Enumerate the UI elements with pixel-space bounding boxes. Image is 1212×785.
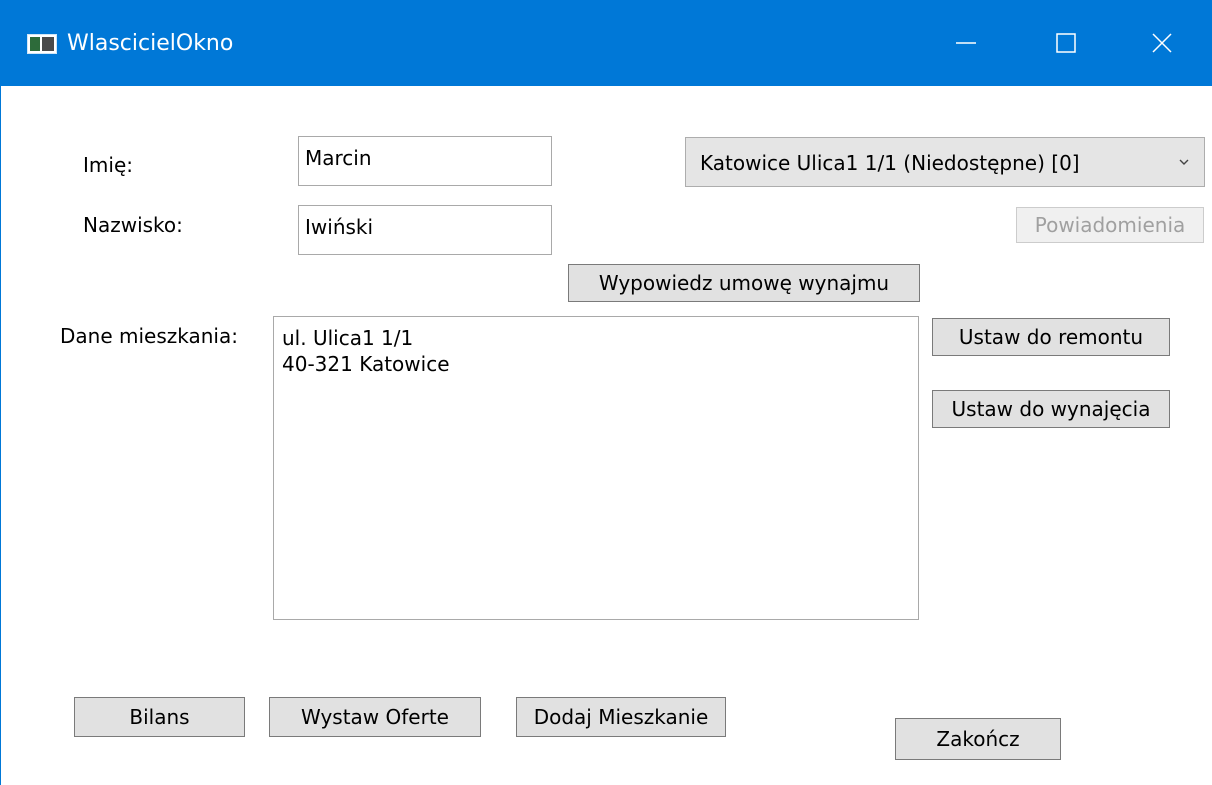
first-name-field[interactable]: Marcin	[298, 136, 552, 186]
set-for-rent-button[interactable]: Ustaw do wynajęcia	[932, 390, 1170, 428]
app-window-icon	[27, 34, 57, 54]
last-name-label: Nazwisko:	[83, 213, 183, 237]
apartment-select[interactable]: Katowice Ulica1 1/1 (Niedostępne) [0]	[685, 137, 1205, 187]
balance-button[interactable]: Bilans	[74, 697, 245, 737]
title-bar[interactable]: WlascicielOkno	[1, 0, 1212, 86]
main-window: WlascicielOkno Imię: Marcin Nazwisko: Iw…	[0, 0, 1212, 785]
apartment-data-label: Dane mieszkania:	[60, 324, 238, 348]
set-renovation-button[interactable]: Ustaw do remontu	[932, 318, 1170, 356]
apartment-details-box[interactable]: ul. Ulica1 1/1 40-321 Katowice	[273, 316, 919, 620]
notifications-button[interactable]: Powiadomienia	[1016, 207, 1204, 243]
apartment-address-line: ul. Ulica1 1/1	[282, 326, 414, 350]
first-name-label: Imię:	[83, 153, 133, 177]
last-name-field[interactable]: Iwiński	[298, 205, 552, 255]
minimize-button[interactable]	[923, 0, 1009, 86]
close-button[interactable]	[1119, 0, 1205, 86]
apartment-city-line: 40-321 Katowice	[282, 352, 450, 376]
finish-button[interactable]: Zakończ	[895, 718, 1061, 760]
minimize-icon	[956, 42, 976, 44]
first-name-value: Marcin	[305, 146, 372, 170]
terminate-lease-button[interactable]: Wypowiedz umowę wynajmu	[568, 264, 920, 302]
maximize-icon	[1056, 33, 1076, 53]
add-apartment-button[interactable]: Dodaj Mieszkanie	[516, 697, 726, 737]
apartment-select-value: Katowice Ulica1 1/1 (Niedostępne) [0]	[700, 151, 1080, 175]
window-title: WlascicielOkno	[67, 31, 234, 56]
last-name-value: Iwiński	[305, 215, 374, 239]
post-offer-button[interactable]: Wystaw Oferte	[269, 697, 481, 737]
close-icon	[1152, 33, 1172, 53]
chevron-down-icon	[1179, 159, 1189, 165]
maximize-button[interactable]	[1023, 0, 1109, 86]
